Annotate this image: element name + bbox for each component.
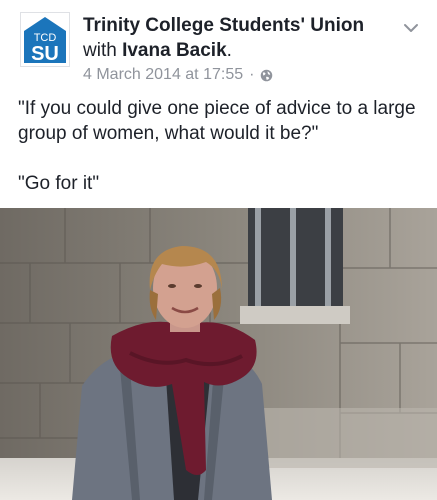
tcd-su-logo: TCD SU (21, 13, 69, 66)
meta-separator: · (249, 66, 255, 83)
logo-text-su: SU (31, 43, 59, 65)
photo-illustration (0, 208, 437, 500)
with-prefix: with (83, 40, 123, 61)
with-tag-line: with Ivana Bacik. (83, 40, 232, 62)
post-meta: 4 March 2014 at 17:55 · (83, 66, 273, 84)
page-name-link[interactable]: Trinity College Students' Union (83, 15, 364, 37)
globe-icon[interactable] (260, 69, 273, 82)
post-photo[interactable] (0, 208, 437, 500)
wall-light-patch (262, 408, 437, 468)
post-message: "If you could give one piece of advice t… (18, 96, 428, 196)
tagged-person-link[interactable]: Ivana Bacik (122, 40, 227, 61)
post-timestamp[interactable]: 4 March 2014 at 17:55 (83, 66, 243, 84)
post-question: "If you could give one piece of advice t… (18, 98, 416, 144)
post-header: TCD SU Trinity College Students' Union w… (0, 0, 437, 88)
window-sill (240, 306, 350, 324)
with-suffix: . (226, 40, 232, 61)
post-answer: "Go for it" (18, 173, 100, 194)
page-avatar[interactable]: TCD SU (20, 12, 70, 67)
chevron-down-icon[interactable] (403, 22, 419, 34)
